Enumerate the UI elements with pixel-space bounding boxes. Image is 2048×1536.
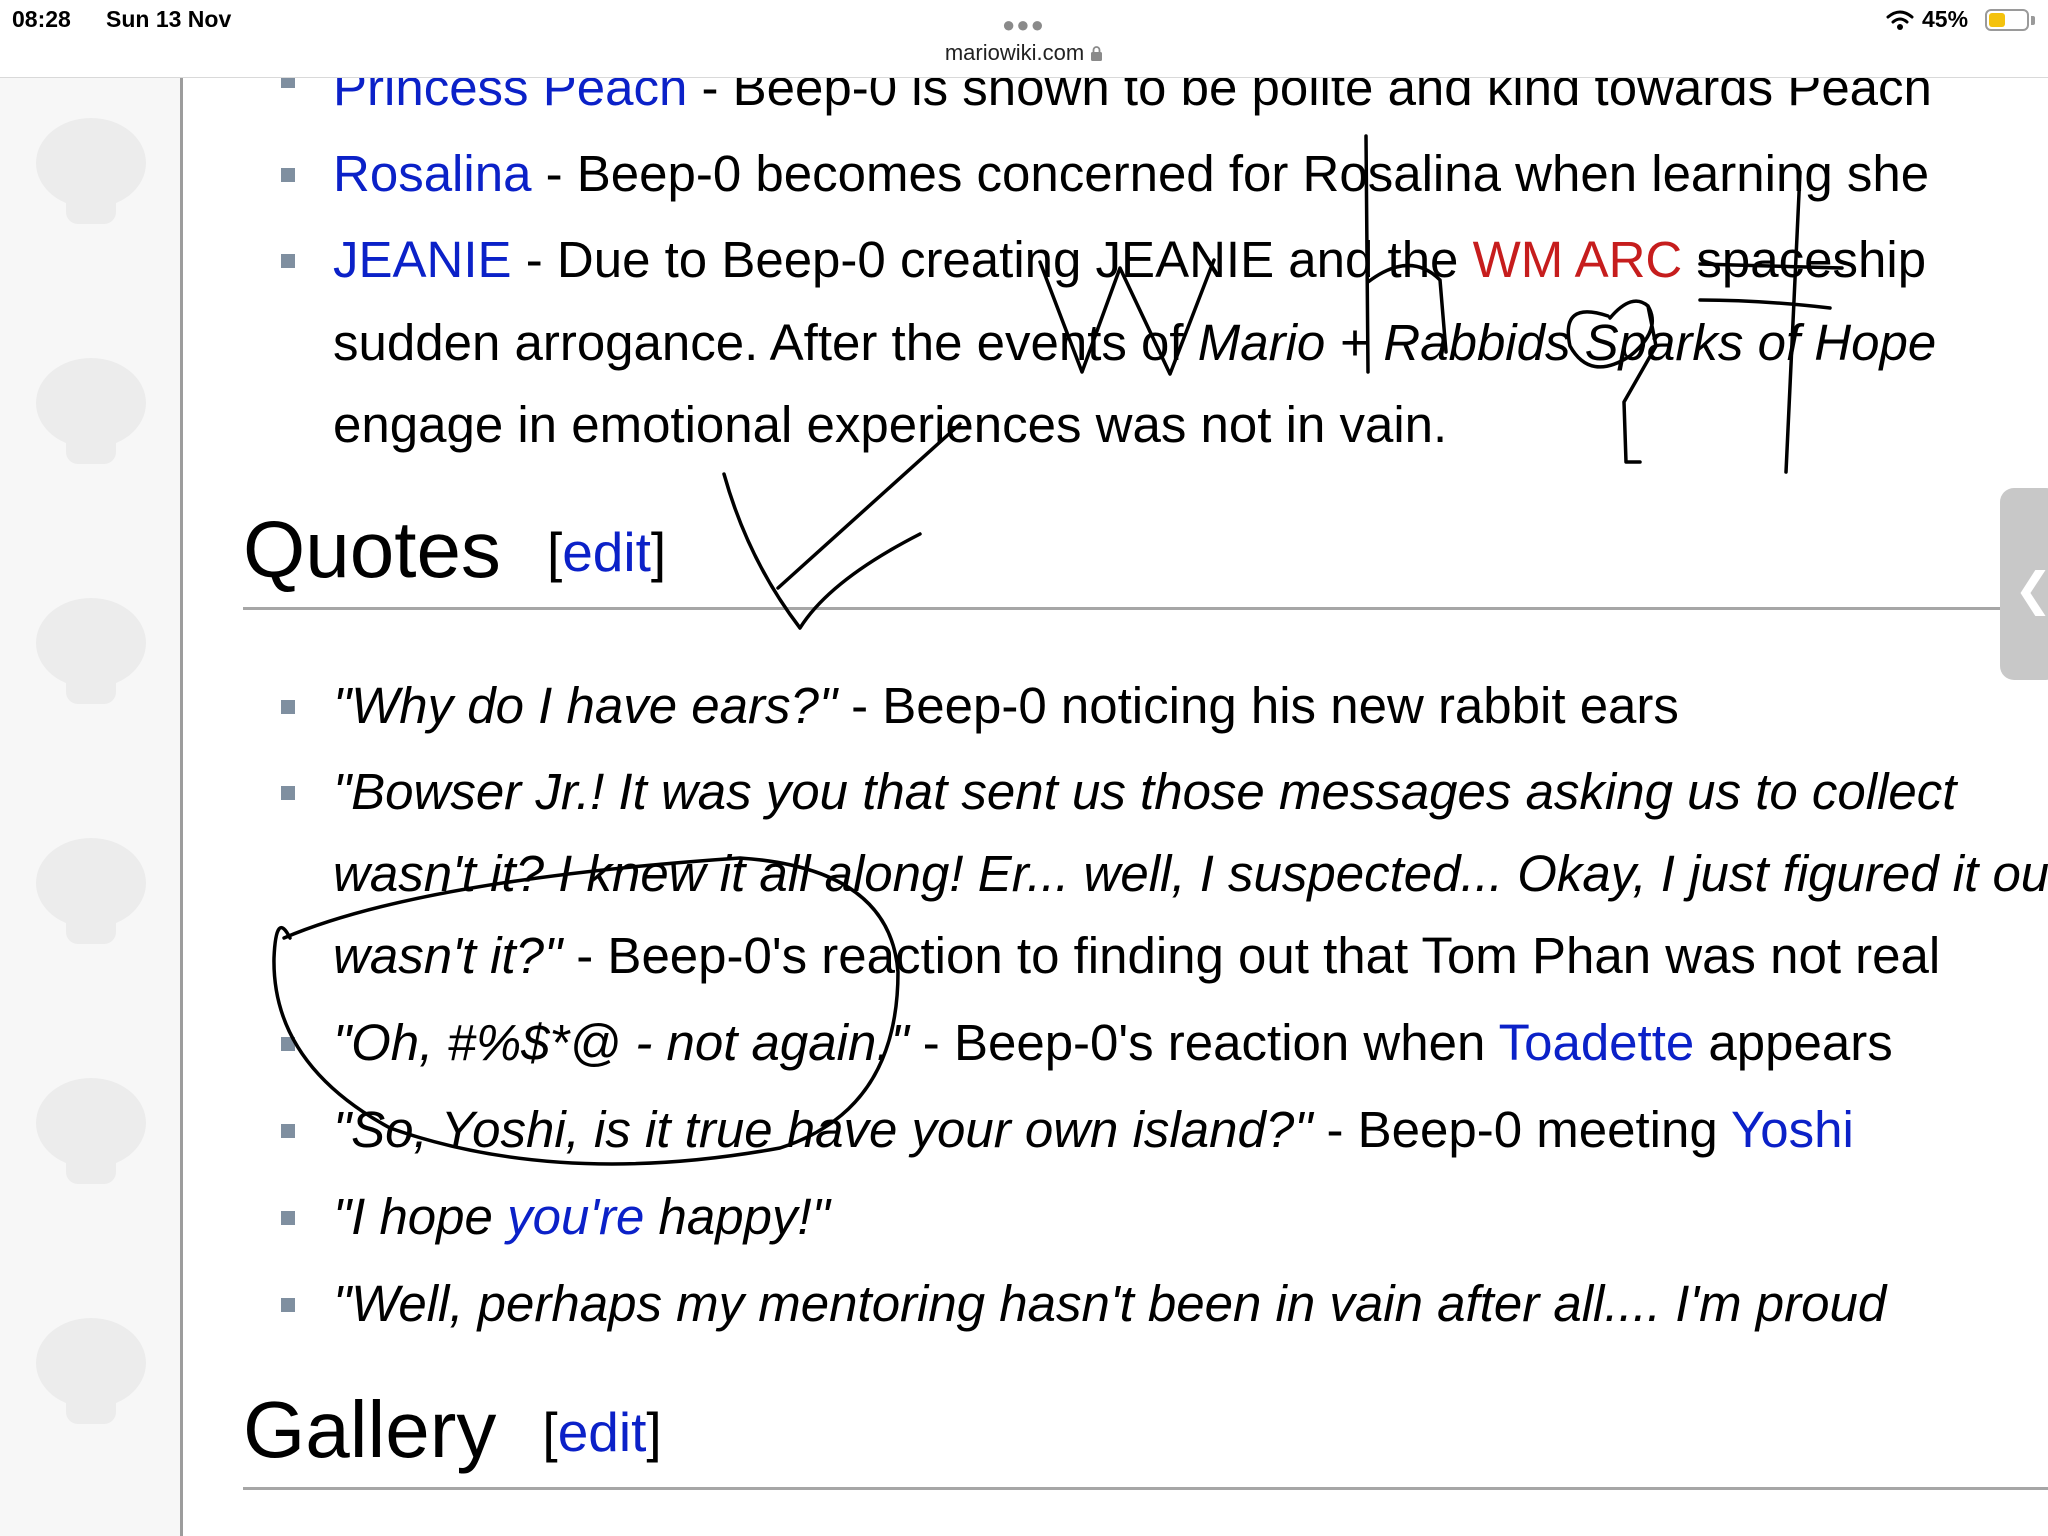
section-title: Quotes bbox=[243, 505, 501, 594]
site-sidebar-background bbox=[0, 78, 183, 1536]
mushroom-watermark-icon bbox=[36, 1078, 146, 1184]
mushroom-watermark-icon bbox=[36, 598, 146, 704]
list-bullet bbox=[281, 1037, 295, 1051]
link-toadette[interactable]: Toadette bbox=[1499, 1014, 1695, 1071]
quote-item: "Why do I have ears?" - Beep-0 noticing … bbox=[333, 676, 1679, 736]
section-heading-gallery: Gallery [edit] bbox=[243, 1384, 662, 1476]
quote-text: happy!" bbox=[644, 1188, 830, 1245]
battery-icon bbox=[1985, 9, 2029, 31]
battery-nub bbox=[2031, 16, 2035, 25]
section-divider bbox=[243, 1487, 2048, 1490]
quote-text: "So, Yoshi, is it true have your own isl… bbox=[333, 1101, 1313, 1158]
list-bullet bbox=[281, 254, 295, 268]
date: Sun 13 Nov bbox=[106, 6, 232, 32]
quote-text: "Oh, #%$*@ - not again." bbox=[333, 1014, 909, 1071]
list-bullet bbox=[281, 1211, 295, 1225]
chevron-left-icon[interactable]: ❮ bbox=[2014, 562, 2048, 616]
mushroom-watermark-icon bbox=[36, 358, 146, 464]
article-content: Princess Peach - Beep-0 is shown to be p… bbox=[183, 78, 2048, 1536]
quote-text: wasn't it?" bbox=[333, 927, 563, 984]
list-item-text: engage in emotional experiences was not … bbox=[333, 396, 1448, 453]
list-item-text: spaceship bbox=[1682, 231, 1927, 288]
quote-text: "I hope bbox=[333, 1188, 508, 1245]
list-bullet bbox=[281, 168, 295, 182]
quote-text: wasn't it? I knew it all along! Er... we… bbox=[333, 845, 2048, 902]
section-heading-quotes: Quotes [edit] bbox=[243, 504, 666, 596]
quote-item-continuation: wasn't it? I knew it all along! Er... we… bbox=[333, 844, 2048, 904]
battery-level bbox=[1989, 13, 2005, 27]
quote-attribution: appears bbox=[1694, 1014, 1893, 1071]
list-item-continuation: engage in emotional experiences was not … bbox=[333, 395, 1447, 455]
list-bullet bbox=[281, 1298, 295, 1312]
mushroom-watermark-icon bbox=[36, 838, 146, 944]
link-princess-peach[interactable]: Princess Peach bbox=[333, 78, 687, 116]
list-item: Rosalina - Beep-0 becomes concerned for … bbox=[333, 144, 1929, 204]
list-item-text: - Beep-0 becomes concerned for Rosalina … bbox=[531, 145, 1930, 202]
quote-item-continuation: wasn't it?" - Beep-0's reaction to findi… bbox=[333, 926, 1940, 986]
more-dots-icon[interactable]: ●●● bbox=[1002, 12, 1045, 38]
mushroom-watermark-icon bbox=[36, 1318, 146, 1424]
quote-text: "Well, perhaps my mentoring hasn't been … bbox=[333, 1275, 1887, 1332]
list-item: JEANIE - Due to Beep-0 creating JEANIE a… bbox=[333, 230, 1926, 290]
link-youre[interactable]: you're bbox=[507, 1188, 644, 1245]
address-bar-url[interactable]: mariowiki.com bbox=[945, 40, 1084, 65]
game-title: Mario + Rabbids Sparks of Hope bbox=[1197, 314, 1937, 371]
quote-item: "Oh, #%$*@ - not again." - Beep-0's reac… bbox=[333, 1013, 1893, 1073]
quote-attribution: - Beep-0 meeting bbox=[1312, 1101, 1731, 1158]
quote-item: "Well, perhaps my mentoring hasn't been … bbox=[333, 1274, 1886, 1334]
battery-percent: 45% bbox=[1922, 6, 1969, 32]
link-rosalina[interactable]: Rosalina bbox=[333, 145, 531, 202]
edit-link[interactable]: edit bbox=[558, 1401, 647, 1463]
quote-text: "Why do I have ears?" bbox=[333, 677, 837, 734]
redlink-wm-arc[interactable]: WM ARC bbox=[1473, 231, 1683, 288]
edit-section-link: [edit] bbox=[546, 521, 667, 583]
list-item-continuation: sudden arrogance. After the events of Ma… bbox=[333, 313, 1936, 373]
section-title: Gallery bbox=[243, 1385, 497, 1474]
section-divider bbox=[243, 607, 2048, 610]
list-bullet bbox=[281, 786, 295, 800]
link-yoshi[interactable]: Yoshi bbox=[1731, 1101, 1854, 1158]
list-bullet bbox=[281, 700, 295, 714]
list-item-text: - Due to Beep-0 creating JEANIE and the bbox=[511, 231, 1473, 288]
quote-item: "Bowser Jr.! It was you that sent us tho… bbox=[333, 762, 1956, 822]
list-bullet bbox=[281, 78, 295, 88]
edit-section-link: [edit] bbox=[542, 1401, 662, 1463]
link-jeanie[interactable]: JEANIE bbox=[333, 231, 512, 288]
quote-text: "Bowser Jr.! It was you that sent us tho… bbox=[333, 763, 1957, 820]
quote-attribution: - Beep-0's reaction when bbox=[908, 1014, 1499, 1071]
quote-item: "I hope you're happy!" bbox=[333, 1187, 830, 1247]
quote-attribution: - Beep-0's reaction to finding out that … bbox=[562, 927, 1941, 984]
list-item-text: - Beep-0 is shown to be polite and kind … bbox=[687, 78, 1932, 116]
mushroom-watermark-icon bbox=[36, 118, 146, 224]
list-item-text: sudden arrogance. After the events of bbox=[333, 314, 1198, 371]
status-bar: 08:28 Sun 13 Nov ●●● mariowiki.com 45% bbox=[0, 0, 2048, 78]
list-item: Princess Peach - Beep-0 is shown to be p… bbox=[333, 78, 1932, 118]
wifi-icon bbox=[1886, 10, 1914, 30]
lock-icon bbox=[1091, 46, 1103, 61]
quote-attribution: - Beep-0 noticing his new rabbit ears bbox=[836, 677, 1679, 734]
quote-item: "So, Yoshi, is it true have your own isl… bbox=[333, 1100, 1854, 1160]
list-bullet bbox=[281, 1124, 295, 1138]
clock: 08:28 bbox=[12, 6, 71, 32]
edit-link[interactable]: edit bbox=[562, 521, 651, 583]
